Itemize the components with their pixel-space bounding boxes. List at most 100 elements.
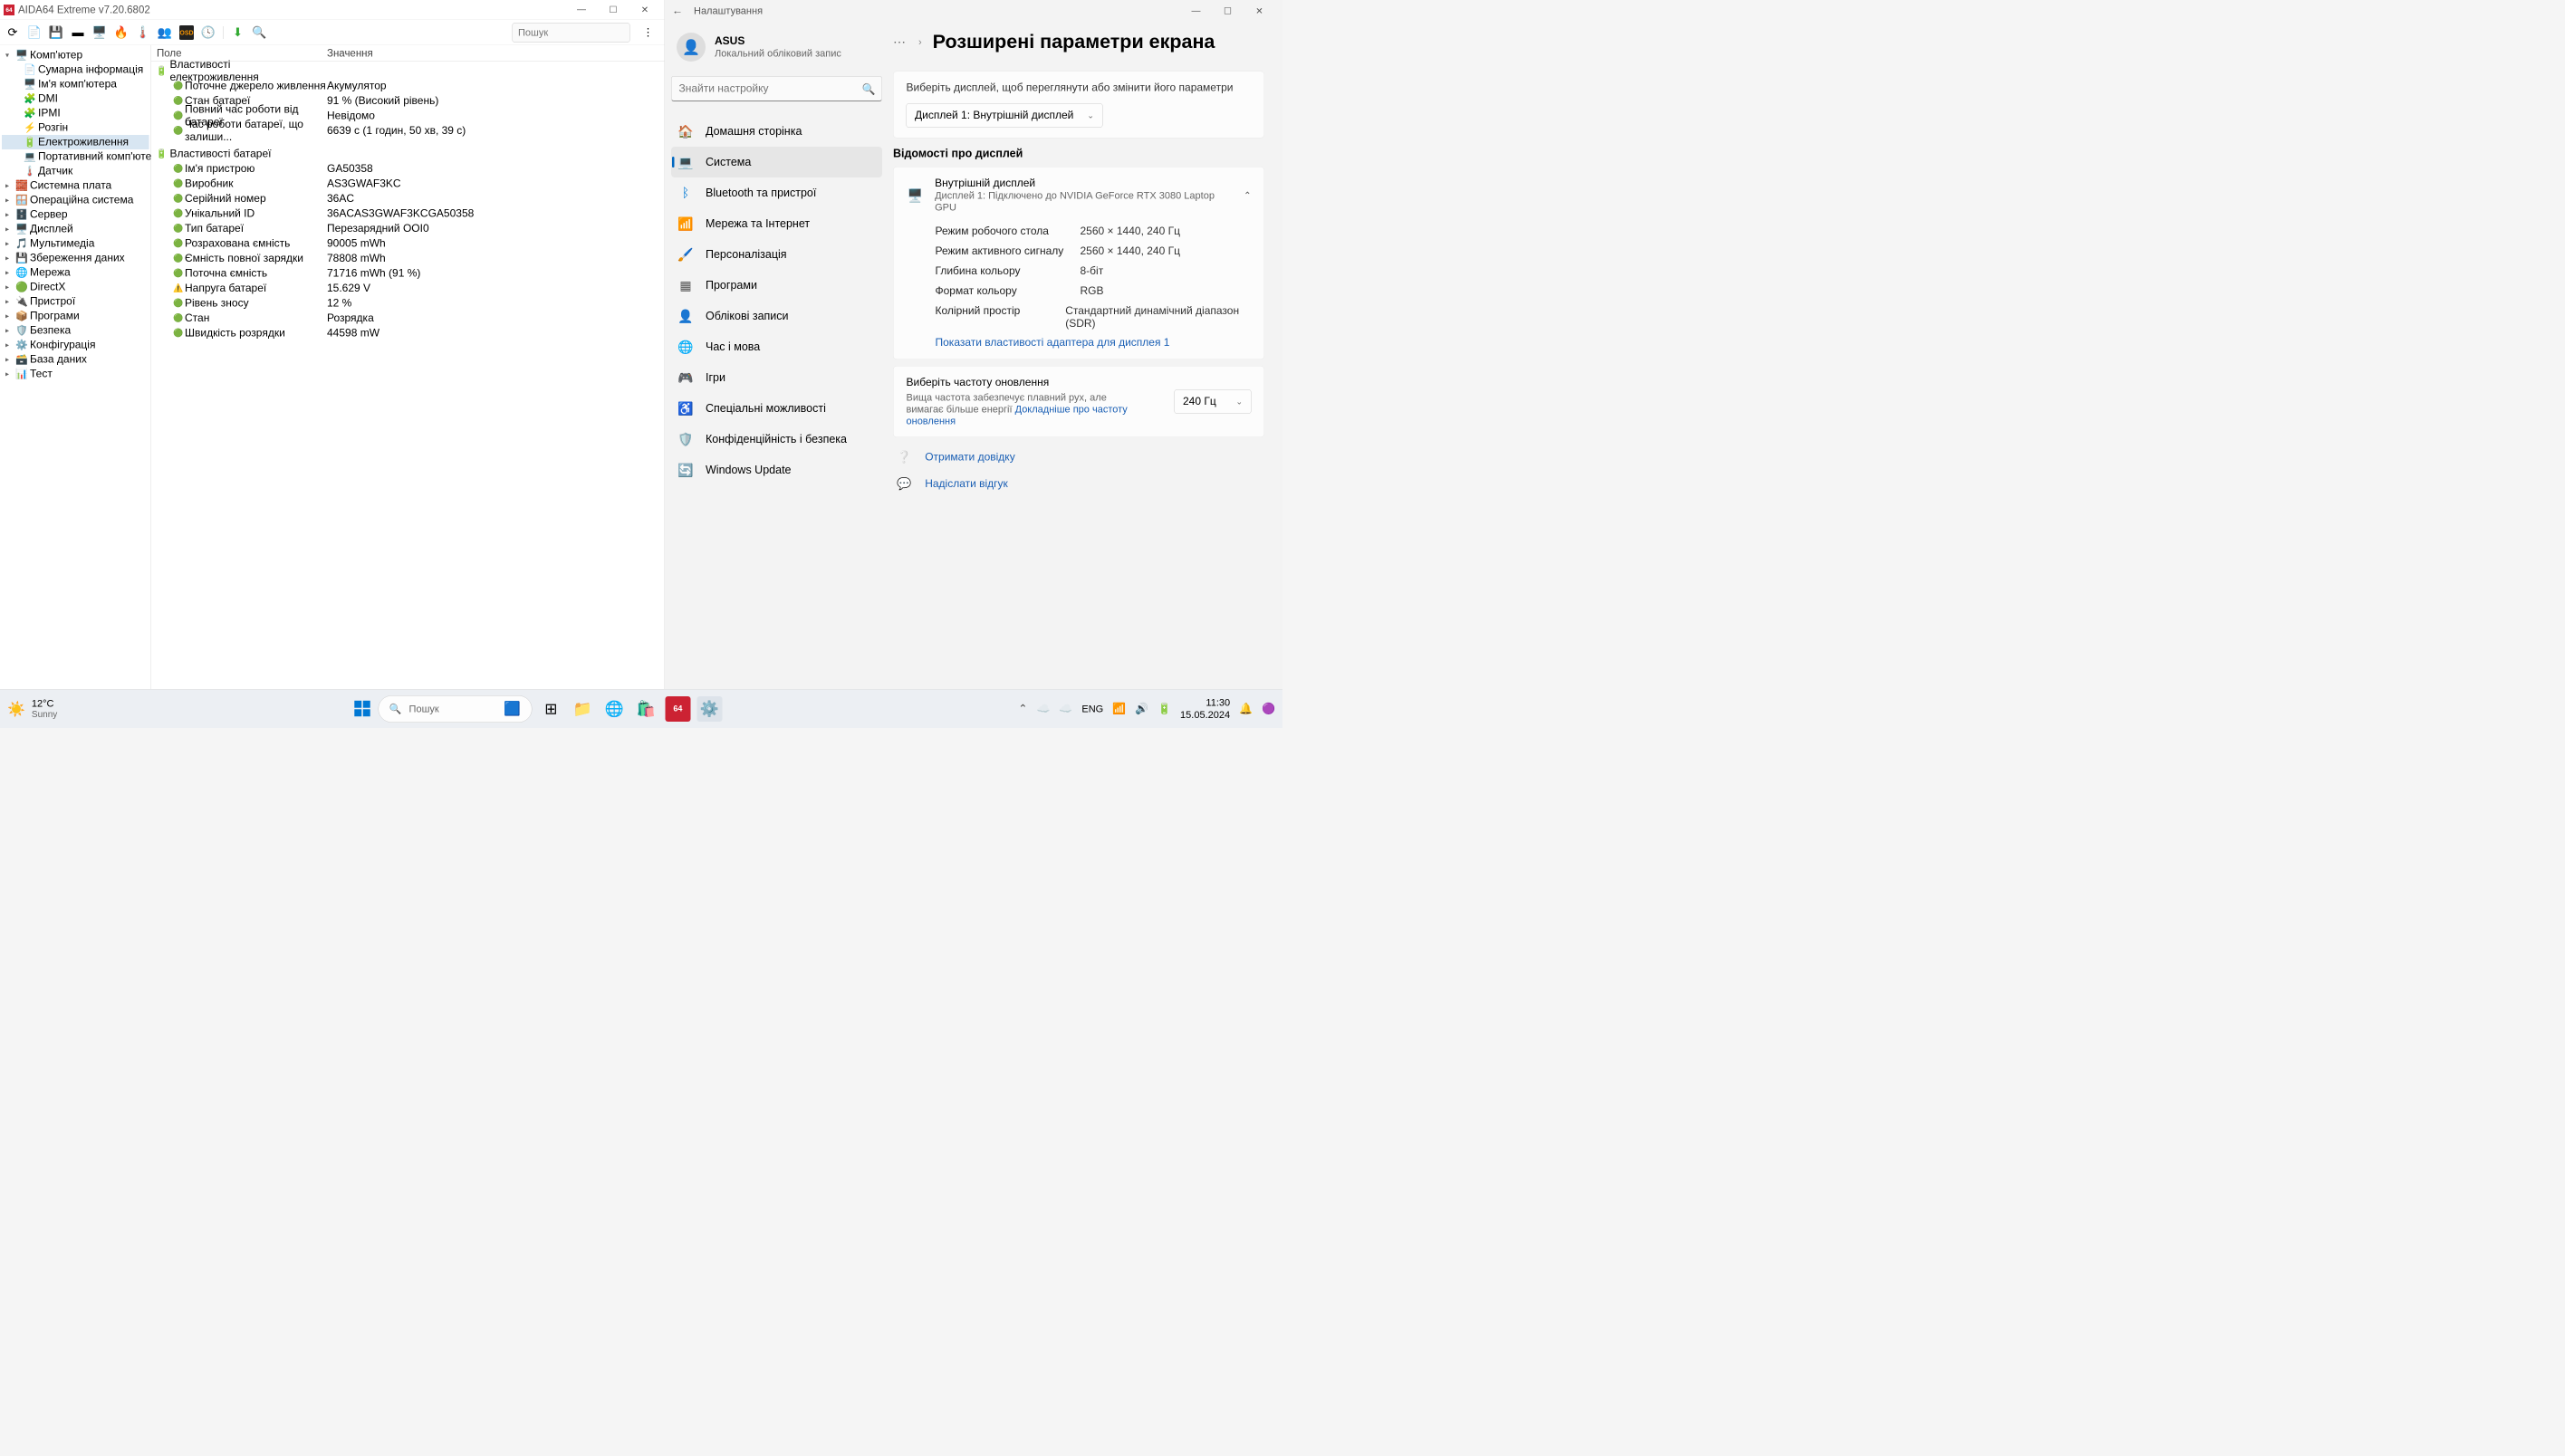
search-icon[interactable]: 🔍	[253, 25, 267, 40]
tree-item[interactable]: ▸🟢DirectX	[2, 280, 149, 294]
detail-row[interactable]: 🟢Рівень зносу12 %	[151, 296, 665, 311]
detail-row[interactable]: 🟢Ім'я пристроюGA50358	[151, 161, 665, 177]
tree-item[interactable]: ▸🗄️Сервер	[2, 207, 149, 222]
nav-item[interactable]: ᛒBluetooth та пристрої	[671, 177, 882, 208]
tree-item[interactable]: ▸🔌Пристрої	[2, 294, 149, 309]
osd-icon[interactable]: OSD	[179, 25, 194, 40]
tree-item[interactable]: ▸📦Програми	[2, 309, 149, 323]
tree-item[interactable]: ▸💾Збереження даних	[2, 251, 149, 265]
weather-tray-icon[interactable]: ☁️	[1059, 703, 1072, 716]
temp-icon[interactable]: 🌡️	[136, 25, 150, 40]
nav-item[interactable]: 📶Мережа та Інтернет	[671, 208, 882, 239]
explorer-icon[interactable]: 📁	[570, 696, 595, 722]
nav-item[interactable]: ♿Спеціальні можливості	[671, 393, 882, 424]
display-dropdown[interactable]: Дисплей 1: Внутрішній дисплей ⌄	[907, 103, 1103, 128]
weather-widget[interactable]: ☀️ 12°C Sunny	[7, 698, 57, 721]
tree-item[interactable]: ▸🎵Мультимедіа	[2, 236, 149, 251]
bench-icon[interactable]: 🔥	[114, 25, 129, 40]
nav-item[interactable]: 🔄Windows Update	[671, 455, 882, 485]
tree-item[interactable]: ▸📊Тест	[2, 367, 149, 381]
tree-item[interactable]: ▸⚙️Конфігурація	[2, 338, 149, 352]
detail-row[interactable]: 🟢Серійний номер36AC	[151, 191, 665, 206]
detail-row[interactable]: 🟢Поточне джерело живленняАкумулятор	[151, 79, 665, 94]
user-block[interactable]: 👤 ASUS Локальний обліковий запис	[671, 22, 882, 76]
breadcrumb-more[interactable]: ⋯	[893, 34, 908, 50]
tree-item[interactable]: ▸🧱Системна плата	[2, 178, 149, 193]
tree-item[interactable]: 🖥️Ім'я комп'ютера	[2, 77, 149, 91]
minimize-button[interactable]: —	[1189, 5, 1203, 18]
battery-icon[interactable]: 🔋	[1158, 703, 1171, 716]
notifications-icon[interactable]: 🔔	[1239, 703, 1253, 716]
nav-item[interactable]: 🌐Час і мова	[671, 331, 882, 362]
taskbar-search[interactable]: 🔍 Пошук 🟦	[378, 695, 532, 723]
clock-icon[interactable]: 🕓	[201, 25, 216, 40]
detail-row[interactable]: 🟢Тип батареїПерезарядний OOI0	[151, 221, 665, 236]
tree-item[interactable]: ▸🖥️Дисплей	[2, 222, 149, 236]
edge-icon[interactable]: 🌐	[601, 696, 627, 722]
nav-item[interactable]: 🖌️Персоналізація	[671, 239, 882, 270]
nav-item[interactable]: 🛡️Конфіденційність і безпека	[671, 424, 882, 455]
aida64-taskbar-icon[interactable]: 64	[665, 696, 690, 722]
task-view-icon[interactable]: ⊞	[538, 696, 563, 722]
settings-taskbar-icon[interactable]: ⚙️	[696, 696, 722, 722]
users-icon[interactable]: 👥	[158, 25, 172, 40]
tree-item[interactable]: 🧩DMI	[2, 91, 149, 106]
aida-tree[interactable]: ▾ 🖥️ Комп'ютер 📄Сумарна інформація🖥️Ім'я…	[0, 45, 151, 689]
collapse-button[interactable]: ⌃	[1244, 189, 1251, 201]
detail-row[interactable]: 🟢Ємність повної зарядки78808 mWh	[151, 251, 665, 266]
memory-icon[interactable]: ▬	[71, 25, 85, 40]
nav-item[interactable]: 💻Система	[671, 147, 882, 177]
tree-item[interactable]: ▸🪟Операційна система	[2, 193, 149, 207]
store-icon[interactable]: 🛍️	[633, 696, 658, 722]
close-button[interactable]: ✕	[1253, 5, 1266, 18]
tree-item[interactable]: 🌡️Датчик	[2, 164, 149, 178]
send-feedback-link[interactable]: 💬 Надіслати відгук	[893, 471, 1264, 498]
detail-row[interactable]: 🟢Унікальний ID36ACAS3GWAF3KCGA50358	[151, 206, 665, 222]
nav-item[interactable]: 🎮Ігри	[671, 362, 882, 393]
language-indicator[interactable]: ENG	[1081, 703, 1103, 714]
copilot-tray-icon[interactable]: 🟣	[1262, 703, 1275, 716]
detail-row[interactable]: 🟢Розрахована ємність90005 mWh	[151, 236, 665, 252]
tree-item[interactable]: 💻Портативний комп'ютер	[2, 149, 149, 164]
volume-icon[interactable]: 🔊	[1135, 703, 1148, 716]
nav-item[interactable]: ▦Програми	[671, 270, 882, 301]
tree-item[interactable]: 🔋Електроживлення	[2, 135, 149, 149]
onedrive-icon[interactable]: ☁️	[1036, 703, 1050, 716]
tree-item[interactable]: ▸🌐Мережа	[2, 265, 149, 280]
tree-computer[interactable]: ▾ 🖥️ Комп'ютер	[2, 48, 149, 62]
get-help-link[interactable]: ❔ Отримати довідку	[893, 444, 1264, 471]
refresh-dropdown[interactable]: 240 Гц ⌄	[1175, 389, 1252, 414]
search-input[interactable]	[513, 23, 630, 43]
start-button[interactable]	[353, 700, 371, 718]
back-button[interactable]: ←	[672, 5, 683, 17]
detail-row[interactable]: 🟢Поточна ємність71716 mWh (91 %)	[151, 266, 665, 282]
tray-chevron-icon[interactable]: ⌃	[1018, 703, 1027, 716]
minimize-button[interactable]: —	[575, 3, 589, 16]
more-icon[interactable]: ⋮	[638, 26, 659, 40]
settings-search[interactable]: 🔍	[671, 76, 882, 101]
adapter-properties-link[interactable]: Показати властивості адаптера для диспле…	[907, 337, 1170, 350]
detail-row[interactable]: 🟢Час роботи батареї, що залиши...6639 с …	[151, 123, 665, 139]
maximize-button[interactable]: ☐	[607, 3, 620, 16]
detail-row[interactable]: 🟢ВиробникAS3GWAF3KC	[151, 177, 665, 192]
tree-item[interactable]: ▸🗃️База даних	[2, 352, 149, 367]
wifi-icon[interactable]: 📶	[1112, 703, 1126, 716]
detail-row[interactable]: 🟢Швидкість розрядки44598 mW	[151, 326, 665, 341]
maximize-button[interactable]: ☐	[1221, 5, 1234, 18]
clock[interactable]: 11:30 15.05.2024	[1180, 697, 1230, 721]
tree-item[interactable]: ⚡Розгін	[2, 120, 149, 135]
monitor-icon[interactable]: 🖥️	[92, 25, 107, 40]
detail-row[interactable]: ⚠️Напруга батареї15.629 V	[151, 281, 665, 296]
tree-item[interactable]: ▸🛡️Безпека	[2, 323, 149, 338]
nav-item[interactable]: 👤Облікові записи	[671, 301, 882, 331]
tree-item[interactable]: 🧩IPMI	[2, 106, 149, 120]
hardware-icon[interactable]: 💾	[49, 25, 63, 40]
settings-search-input[interactable]	[679, 77, 855, 101]
report-icon[interactable]: 📄	[27, 25, 42, 40]
tree-item[interactable]: 📄Сумарна інформація	[2, 62, 149, 77]
download-icon[interactable]: ⬇	[231, 25, 245, 40]
nav-item[interactable]: 🏠Домашня сторінка	[671, 116, 882, 147]
refresh-icon[interactable]: ⟳	[5, 25, 20, 40]
detail-row[interactable]: 🟢СтанРозрядка	[151, 311, 665, 326]
close-button[interactable]: ✕	[639, 3, 652, 16]
